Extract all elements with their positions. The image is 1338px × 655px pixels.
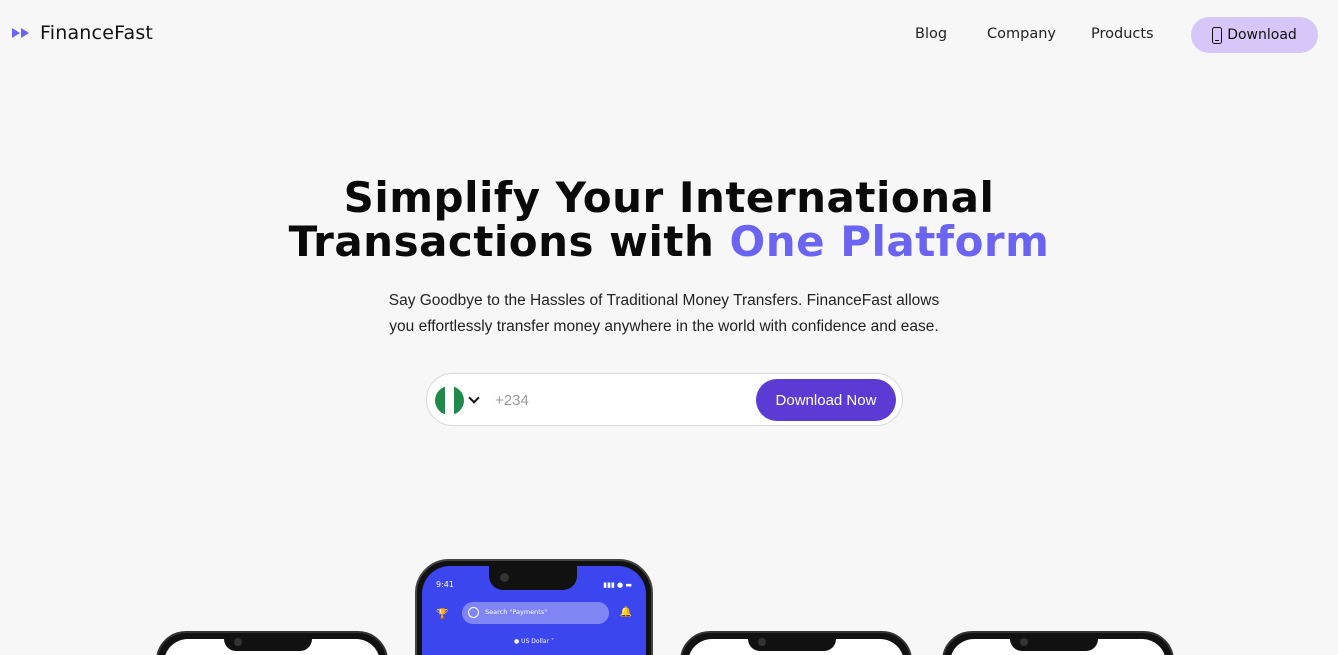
bell-icon: 🔔 [619,607,632,618]
nav-link-company[interactable]: Company [987,26,1056,42]
chevron-down-icon[interactable] [468,392,480,404]
phone-mockup-left [156,631,388,655]
phone-mockup-right-2 [942,631,1174,655]
fast-forward-icon [12,28,29,38]
phone-notch [1010,633,1098,651]
brand-logo[interactable]: FinanceFast [12,22,153,44]
currency-selector: ● US Dollar ˅ [514,638,554,645]
status-icons: ▮▮▮ ● ▬ [603,581,632,589]
nigeria-flag-icon[interactable] [435,386,464,415]
phone-notch [224,633,312,651]
nav-download-label: Download [1227,27,1297,43]
top-nav: FinanceFast Blog Company Products Downlo… [0,0,1338,70]
nav-link-products[interactable]: Products [1091,26,1154,42]
app-search-bar: Search "Payments" [462,602,609,624]
hero-title-line1: Simplify Your International [343,173,995,222]
search-icon [468,607,479,618]
app-search-placeholder: Search "Payments" [485,608,548,616]
hero-title-line2-prefix: Transactions with [288,217,715,266]
phone-signup-form: Download Now [426,373,903,426]
phone-notch [489,564,577,590]
phone-notch [748,633,836,651]
smartphone-icon [1212,26,1223,44]
hero-subtitle-line2: you effortlessly transfer money anywhere… [389,318,939,335]
hero-subtitle-line1: Say Goodbye to the Hassles of Traditiona… [388,292,940,309]
status-time: 9:41 [436,580,454,589]
nav-download-button[interactable]: Download [1191,17,1318,53]
brand-name: FinanceFast [40,22,154,44]
nav-link-blog[interactable]: Blog [915,26,947,42]
hero-title-accent: One Platform [729,217,1050,266]
hero-title: Simplify Your International Transactions… [0,176,1338,264]
phone-number-input[interactable] [495,388,745,412]
phone-mockup-right-1 [680,631,912,655]
phone-mockup-center: 9:41 ▮▮▮ ● ▬ 🏆 Search "Payments" 🔔 ● US … [415,559,653,655]
hero-subtitle: Say Goodbye to the Hassles of Traditiona… [369,288,959,340]
trophy-icon: 🏆 [436,609,449,620]
download-now-button[interactable]: Download Now [756,379,896,421]
